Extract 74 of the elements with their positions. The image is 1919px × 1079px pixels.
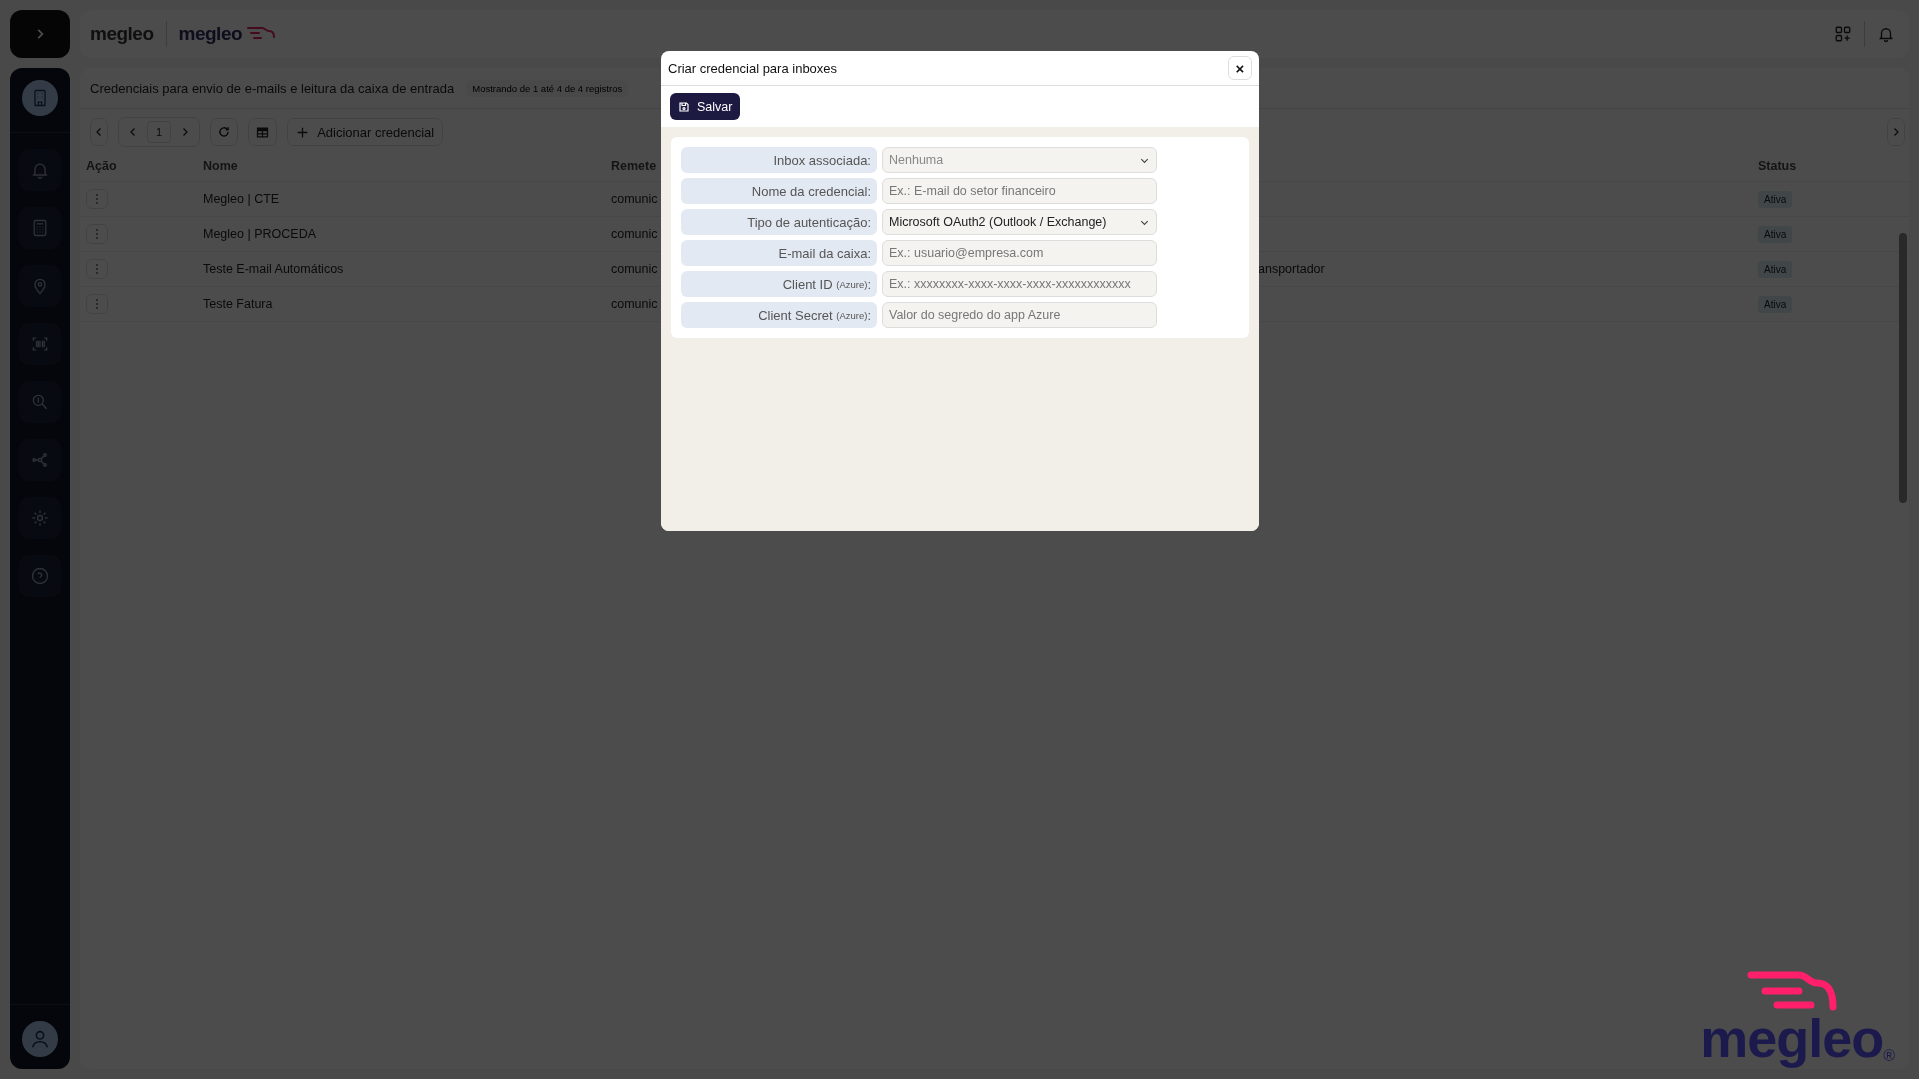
field-label: Client Secret (Azure):: [681, 302, 877, 328]
sidebar-item[interactable]: [19, 149, 61, 191]
close-button[interactable]: ×: [1228, 56, 1252, 80]
page-number[interactable]: 1: [147, 121, 172, 143]
scroll-left-button[interactable]: [90, 118, 108, 146]
input-field[interactable]: Valor do segredo do app Azure: [882, 302, 1157, 328]
add-credential-button[interactable]: Adicionar credencial: [287, 118, 444, 146]
column-header: Status: [1758, 159, 1798, 173]
table-view-button[interactable]: [248, 118, 278, 146]
field-label: Tipo de autenticação:: [681, 209, 877, 235]
sidebar-item[interactable]: [19, 207, 61, 249]
sidebar-item[interactable]: [22, 80, 58, 116]
table-cell: comunic: [611, 262, 658, 276]
save-icon: [678, 100, 690, 113]
dialog-title: Criar credencial para inboxes: [668, 60, 838, 76]
settings-icon: [30, 508, 50, 528]
field-label: Nome da credencial:: [681, 178, 877, 204]
table-cell: comunic: [611, 192, 658, 206]
table-cell-text: Teste E-mail Automáticos: [203, 262, 345, 276]
network-icon: [30, 450, 50, 470]
search-icon: [30, 392, 50, 412]
speed-lines-icon: [246, 26, 277, 42]
more-icon: [95, 263, 99, 275]
status-tag: Ativa: [1758, 191, 1793, 208]
card-title: Credenciais para envio de e-mails e leitura da caixa de entrada: [90, 80, 455, 96]
expand-sidebar-button[interactable]: [10, 10, 70, 58]
sidebar-item[interactable]: [19, 497, 61, 539]
sidebar-item[interactable]: [19, 323, 61, 365]
registered-mark: ®: [1883, 1047, 1895, 1064]
more-icon: [95, 298, 99, 310]
column-header: Remete: [611, 159, 657, 173]
status-tag: Ativa: [1758, 261, 1793, 278]
table-cell: comunic: [611, 227, 658, 241]
apps-add-icon[interactable]: [1834, 25, 1852, 43]
column-header: Ação: [86, 159, 118, 173]
speed-lines-icon: [1746, 971, 1839, 1011]
plus-icon: [296, 125, 310, 139]
table-cell-text: Megleo | CTE: [203, 192, 281, 206]
refresh-button[interactable]: [210, 118, 239, 146]
brand-logo[interactable]: megleo: [178, 23, 243, 45]
user-icon: [29, 1028, 51, 1050]
table-cell: comunic: [611, 297, 658, 311]
row-actions-button[interactable]: [86, 224, 108, 244]
user-avatar[interactable]: [22, 1021, 58, 1057]
sidebar-item[interactable]: [19, 439, 61, 481]
help-icon: [30, 566, 50, 586]
brand-logo[interactable]: megleo: [90, 23, 154, 45]
field-label: Inbox associada:: [681, 147, 877, 173]
scrollbar[interactable]: [1899, 233, 1907, 503]
row-actions-button[interactable]: [86, 259, 108, 279]
row-actions-button[interactable]: [86, 189, 108, 209]
sidebar-item[interactable]: [19, 555, 61, 597]
notification-icon[interactable]: [1877, 25, 1895, 43]
status-tag: Ativa: [1758, 226, 1793, 243]
input-field[interactable]: Ex.: xxxxxxxx-xxxx-xxxx-xxxx-xxxxxxxxxxxx: [882, 271, 1157, 297]
scroll-right-button[interactable]: [1887, 118, 1905, 146]
field-label: Client ID (Azure):: [681, 271, 877, 297]
save-button[interactable]: Salvar: [670, 93, 741, 120]
sidebar-item[interactable]: [19, 265, 61, 307]
input-field[interactable]: Ex.: usuario@empresa.com: [882, 240, 1157, 266]
table-cell: ansportador: [1258, 262, 1325, 276]
status-tag: Ativa: [1758, 296, 1793, 313]
more-icon: [95, 193, 99, 205]
select-field[interactable]: Microsoft OAuth2 (Outlook / Exchange): [882, 209, 1157, 235]
refresh-icon: [217, 125, 232, 139]
sidebar-item[interactable]: [19, 381, 61, 423]
field-label: E-mail da caixa:: [681, 240, 877, 266]
input-field[interactable]: Ex.: E-mail do setor financeiro: [882, 178, 1157, 204]
table-cell-text: Megleo | PROCEDA: [203, 227, 317, 241]
more-icon: [95, 228, 99, 240]
select-field[interactable]: Nenhuma: [882, 147, 1157, 173]
row-actions-button[interactable]: [86, 294, 108, 314]
table-cell-text: Teste Fatura: [203, 297, 274, 311]
column-header: Nome: [203, 159, 239, 173]
